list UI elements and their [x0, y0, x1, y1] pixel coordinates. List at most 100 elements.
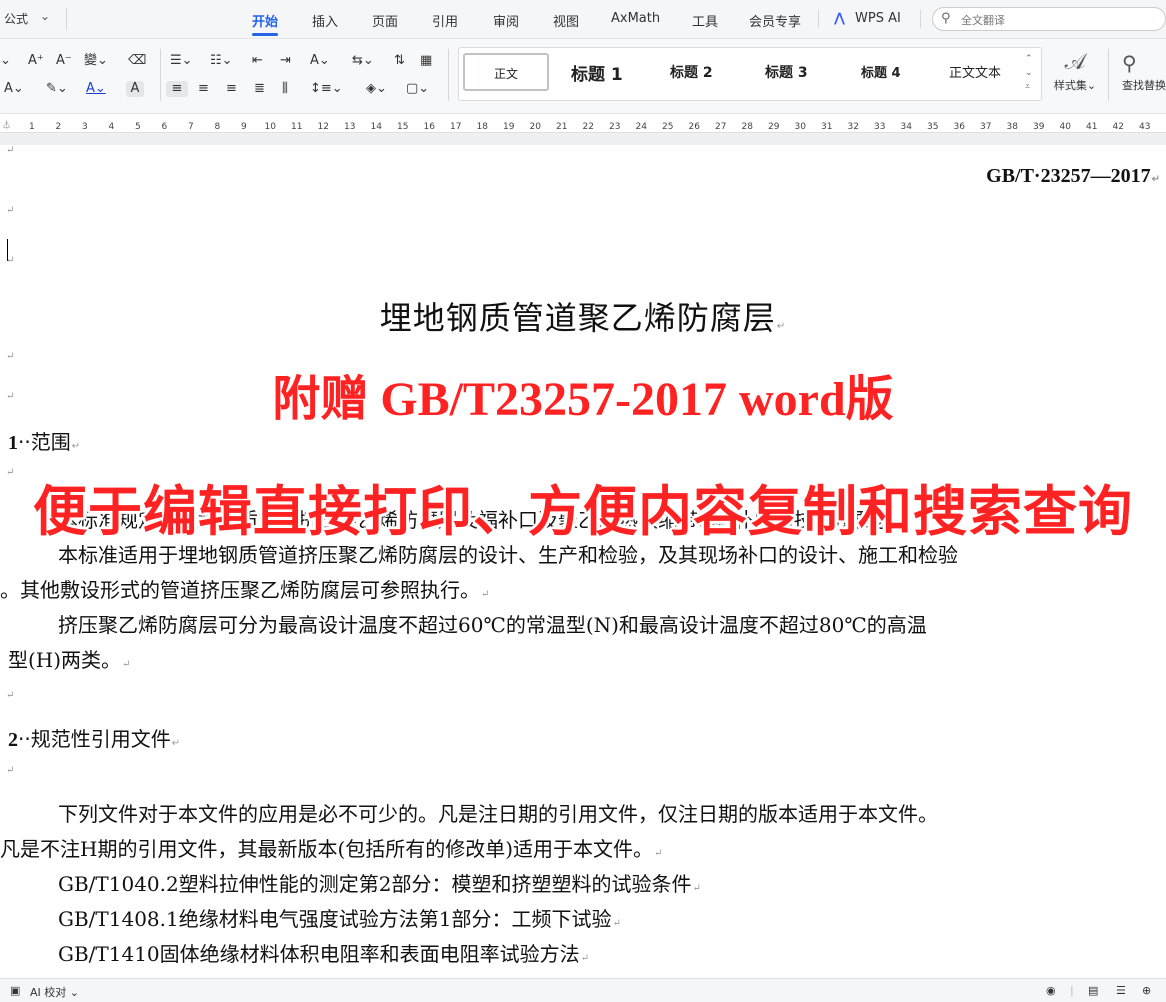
paragraph-mark: ↵: [6, 765, 15, 776]
search-icon: ⚲: [941, 11, 951, 26]
ai-check-button[interactable]: AI 校对 ⌄: [30, 984, 79, 1000]
style-normal[interactable]: 正文: [463, 53, 549, 91]
document-page[interactable]: ↵ GB/T·23257—2017↵ ↵ ↵ 埋地钢质管道聚乙烯防腐层↵ ↵ ↵…: [0, 145, 1166, 978]
shading-icon[interactable]: ◈⌄: [366, 81, 387, 97]
decrease-font-icon[interactable]: A⁻: [56, 53, 72, 69]
font-color-icon[interactable]: A⌄: [86, 81, 106, 97]
tab-review[interactable]: 审阅: [493, 11, 519, 30]
ruler-tick-label: 5: [135, 122, 141, 132]
clear-format-icon[interactable]: ⌫: [128, 53, 146, 69]
font-size-dropdown-icon[interactable]: ⌄: [0, 53, 11, 69]
section-1-heading: 1··范围↵: [8, 430, 81, 454]
tab-member[interactable]: 会员专享: [749, 11, 801, 30]
increase-indent-icon[interactable]: ⇥: [280, 53, 291, 69]
increase-font-icon[interactable]: A⁺: [28, 53, 44, 69]
reference-item: GB/T1040.2塑料拉伸性能的测定第2部分：模塑和挤塑塑料的试验条件↵: [58, 872, 701, 896]
reference-item: GB/T1410固体绝缘材料体积电阻率和表面电阻率试验方法↵: [58, 942, 590, 966]
text-effect-icon[interactable]: A⌄: [4, 81, 24, 97]
indent-marker-icon[interactable]: ⏃: [2, 118, 11, 131]
numbered-list-icon[interactable]: ☷⌄: [210, 53, 233, 69]
decrease-indent-icon[interactable]: ⇤: [252, 53, 263, 69]
ruler-tick-label: 34: [900, 122, 912, 132]
ruler-tick-label: 23: [609, 122, 621, 132]
sort-icon[interactable]: ⇅: [394, 53, 405, 69]
ruler-tick-label: 15: [397, 122, 409, 132]
outline-view-icon[interactable]: ☰: [1116, 984, 1126, 997]
style-heading-4[interactable]: 标题 4: [861, 62, 901, 81]
align-right-icon[interactable]: ≡: [226, 81, 237, 97]
reference-item: GB/T1408.1绝缘材料电气强度试验方法第1部分：工频下试验↵: [58, 907, 621, 931]
tab-page[interactable]: 页面: [372, 11, 398, 30]
tab-wps-ai[interactable]: WPS AI: [855, 11, 901, 26]
distributed-icon[interactable]: ⫼: [282, 81, 288, 97]
find-replace-button[interactable]: ⚲ 查找替换: [1122, 49, 1166, 93]
style-heading-3[interactable]: 标题 3: [765, 62, 808, 82]
horizontal-ruler[interactable]: ⏃ 1 2 3 4 5 6 7 8 9 10 11 12 13 14 15 16 17 18 19 20 21 22 23 2…: [0, 114, 1166, 133]
web-view-icon[interactable]: ⊕: [1142, 984, 1151, 997]
divider: [448, 49, 449, 101]
ruler-tick-label: 25: [662, 122, 674, 132]
ruler-tick-label: 17: [450, 122, 462, 132]
doc-status-icon[interactable]: ▣: [10, 984, 20, 997]
ruler-tick-label: 32: [847, 122, 859, 132]
expand-gallery-icon[interactable]: ⩡: [1025, 80, 1037, 94]
tab-axmath[interactable]: AxMath: [611, 11, 660, 26]
tab-references[interactable]: 引用: [432, 11, 458, 30]
ruler-tick-label: 10: [264, 122, 276, 132]
phonetic-guide-icon[interactable]: 變⌄: [84, 53, 108, 69]
line-spacing-icon[interactable]: ↕≡⌄: [310, 81, 343, 97]
style-body-text[interactable]: 正文文本: [949, 62, 1001, 81]
format-dropdown[interactable]: 公式: [4, 10, 28, 27]
ruler-tick-label: 8: [214, 122, 221, 132]
promo-overlay-line-1: 附赠 GB/T23257-2017 word版: [272, 373, 894, 426]
find-replace-label: 查找替换: [1122, 79, 1166, 92]
style-set-label: 样式集: [1053, 79, 1087, 92]
tab-view[interactable]: 视图: [553, 11, 579, 30]
text-direction-icon[interactable]: ⇆⌄: [352, 53, 374, 69]
align-center-icon[interactable]: ≡: [198, 81, 209, 97]
align-left-icon[interactable]: ≡: [166, 81, 188, 97]
search-input[interactable]: [959, 10, 1163, 30]
ruler-tick-label: 16: [423, 122, 435, 132]
divider: [66, 8, 67, 30]
ruler-tick-label: 37: [980, 122, 992, 132]
style-set-button[interactable]: 𝒜 样式集⌄: [1050, 49, 1100, 93]
search-icon: ⚲: [1122, 51, 1137, 75]
chinese-layout-icon[interactable]: A⌄: [310, 53, 330, 69]
highlight-icon[interactable]: ✎⌄: [46, 81, 68, 97]
ruler-tick-label: 27: [715, 122, 727, 132]
paragraph-mark: ↵: [6, 255, 15, 266]
style-heading-2[interactable]: 标题 2: [670, 62, 713, 82]
eye-protection-icon[interactable]: ◉: [1046, 984, 1056, 997]
chevron-down-icon[interactable]: ⌄: [40, 9, 50, 23]
tab-home[interactable]: 开始: [252, 11, 278, 30]
chevron-up-icon[interactable]: ⌃: [1025, 52, 1037, 66]
promo-overlay-line-2: 便于编辑直接打印、方便内容复制和搜索查询: [33, 480, 1133, 543]
ruler-tick-label: 11: [291, 122, 303, 132]
gallery-scroll[interactable]: ⌃ ⌄ ⩡: [1025, 52, 1037, 94]
ruler-tick-label: 41: [1086, 122, 1098, 132]
divider: [920, 10, 921, 28]
bullet-list-icon[interactable]: ☰⌄: [170, 53, 193, 69]
paragraph-mark: ↵: [6, 145, 15, 156]
style-heading-1[interactable]: 标题 1: [571, 60, 623, 85]
page-gap: [0, 133, 1166, 145]
ruler-tick-label: 28: [741, 122, 753, 132]
section-1-paragraph-3: 挤压聚乙烯防腐层可分为最高设计温度不超过60℃的常温型(N)和最高设计温度不超过…: [58, 613, 927, 637]
borders-icon[interactable]: ▢⌄: [406, 81, 429, 97]
ruler-tick-label: 39: [1033, 122, 1045, 132]
justify-icon[interactable]: ≣: [254, 81, 265, 97]
ruler-tick-label: 13: [344, 122, 356, 132]
chevron-down-icon[interactable]: ⌄: [1025, 66, 1037, 80]
paragraph-mark: ↵: [6, 205, 15, 216]
search-box[interactable]: ⚲: [932, 7, 1166, 31]
tab-tools[interactable]: 工具: [692, 11, 718, 30]
char-shading-icon[interactable]: A: [126, 81, 144, 97]
ruler-tick-label: 43: [1139, 122, 1151, 132]
status-bar: ▣ AI 校对 ⌄ ◉ | ▤ ☰ ⊕: [0, 978, 1166, 1002]
page-view-icon[interactable]: ▤: [1088, 984, 1098, 997]
active-tab-indicator: [252, 33, 278, 36]
show-marks-icon[interactable]: ▦: [420, 53, 432, 69]
ruler-tick-label: 38: [1006, 122, 1018, 132]
tab-insert[interactable]: 插入: [312, 11, 338, 30]
